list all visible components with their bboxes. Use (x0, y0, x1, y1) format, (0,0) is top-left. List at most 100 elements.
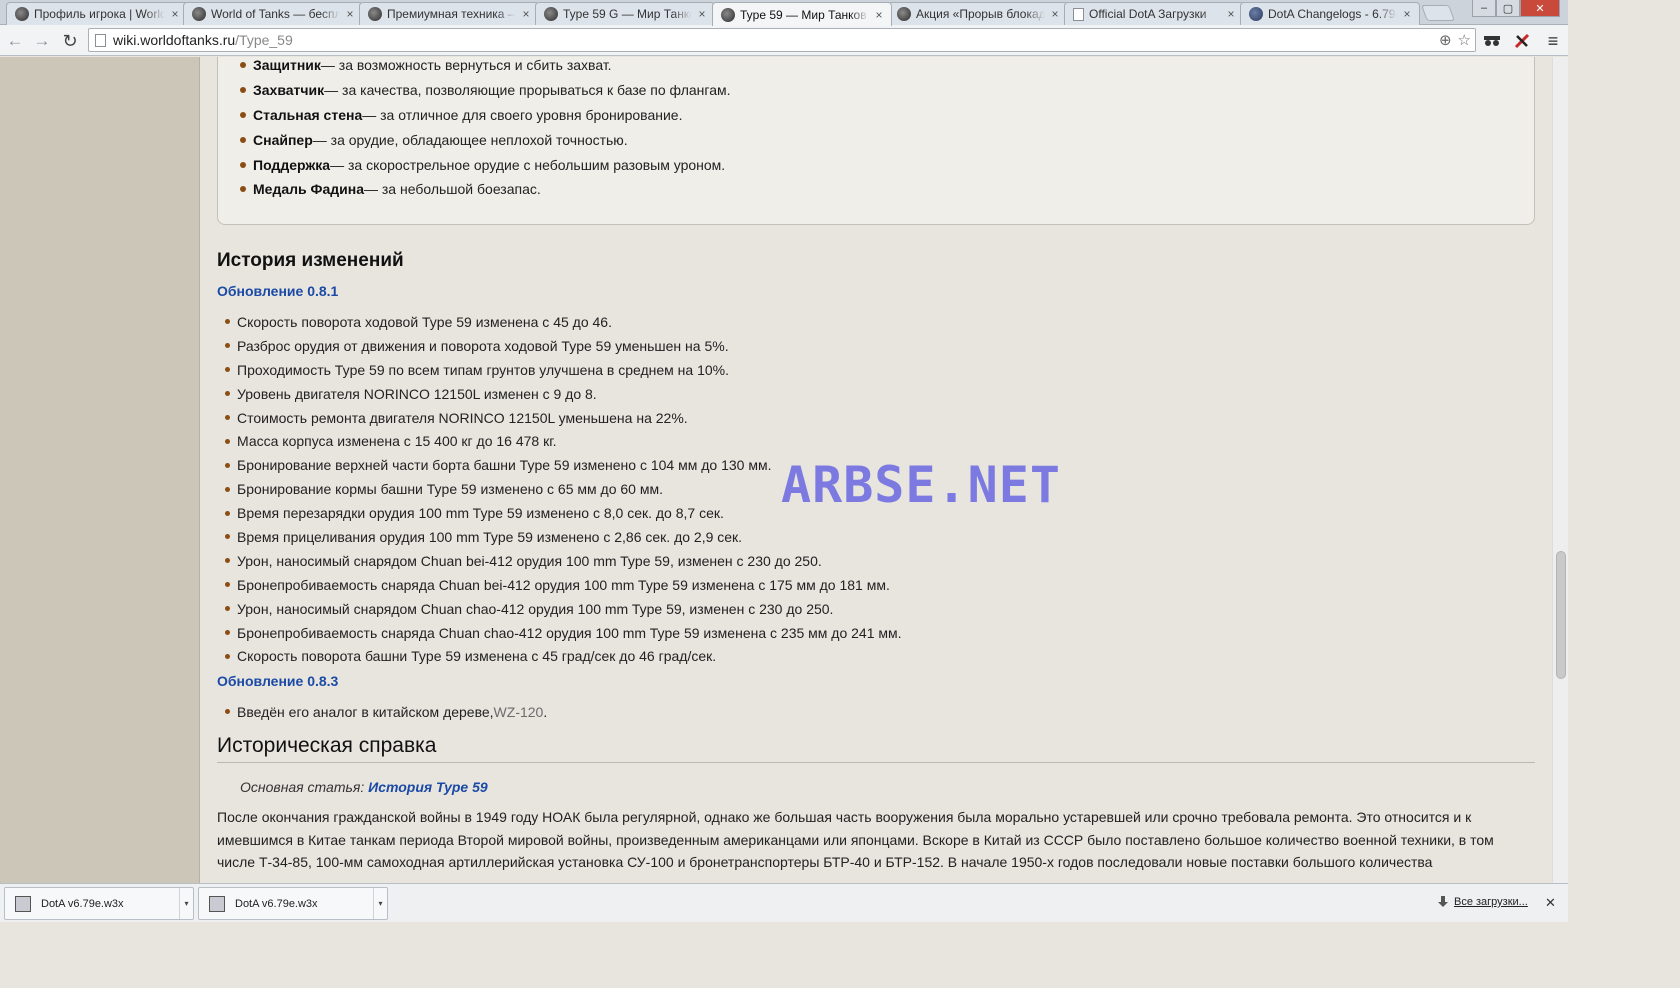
scrollbar-thumb[interactable] (1556, 551, 1566, 679)
list-item: Защитник — за возможность вернуться и сб… (240, 57, 731, 78)
bookmark-star-icon[interactable]: ☆ (1458, 31, 1471, 49)
close-shelf-button[interactable]: ✕ (1545, 895, 1556, 911)
list-item: Скорость поворота башни Type 59 изменена… (225, 644, 902, 668)
close-icon[interactable]: × (344, 7, 356, 21)
tab-title: Премиумная техника — World of Tanks (387, 7, 516, 21)
close-icon[interactable]: × (520, 7, 532, 21)
list-item: Масса корпуса изменена с 15 400 кг до 16… (225, 429, 902, 453)
download-filename: DotA v6.79e.w3x (41, 897, 124, 910)
wot-icon (897, 7, 911, 21)
close-icon[interactable]: × (1225, 7, 1237, 21)
download-item[interactable]: DotA v6.79e.w3x ▾ (4, 887, 194, 920)
wot-icon (544, 7, 558, 21)
ribbons-box: Защитник — за возможность вернуться и сб… (217, 57, 1535, 225)
chevron-down-icon[interactable]: ▾ (373, 888, 387, 919)
list-item: Скорость поворота ходовой Type 59 измене… (225, 310, 902, 334)
download-shelf: DotA v6.79e.w3x ▾ DotA v6.79e.w3x ▾ Все … (0, 883, 1568, 922)
list-item: Время прицеливания орудия 100 mm Type 59… (225, 525, 902, 549)
bullet-icon (225, 438, 230, 444)
window-close-button[interactable]: ✕ (1520, 0, 1560, 17)
address-bar[interactable]: wiki.worldoftanks.ru/Type_59 ⊕ ☆ (88, 28, 1476, 52)
all-downloads-link[interactable]: Все загрузки... (1438, 896, 1528, 908)
dota-icon (1249, 7, 1263, 21)
close-icon[interactable]: × (1049, 7, 1061, 21)
maximize-button[interactable]: ▢ (1496, 0, 1520, 17)
back-button[interactable]: ← (4, 30, 26, 52)
bullet-icon (225, 558, 230, 564)
bullet-icon (225, 462, 230, 468)
ribbons-list: Защитник — за возможность вернуться и сб… (240, 57, 731, 202)
bullet-icon (225, 582, 230, 588)
zoom-icon[interactable]: ⊕ (1439, 31, 1452, 49)
page-icon (95, 33, 106, 47)
bullet-icon (240, 87, 246, 94)
main-article-link[interactable]: История Type 59 (368, 779, 488, 795)
update-0-8-1-link[interactable]: Обновление 0.8.1 (217, 283, 338, 299)
history-heading: История изменений (217, 250, 404, 271)
bullet-icon (225, 709, 230, 715)
list-item: Введён его аналог в китайском дереве, WZ… (225, 700, 547, 724)
tab-title: Профиль игрока | World of Tanks (34, 7, 165, 21)
url-host: wiki.worldoftanks.ru (113, 32, 236, 48)
chevron-down-icon[interactable]: ▾ (179, 888, 193, 919)
list-item: Стоимость ремонта двигателя NORINCO 1215… (225, 406, 902, 430)
tab-title: Official DotA Загрузки (1089, 7, 1207, 21)
minimize-button[interactable]: – (1472, 0, 1496, 17)
bullet-icon (225, 367, 230, 373)
bullet-icon (240, 62, 246, 69)
tab-type59[interactable]: Type 59 — Мир Танков × (712, 2, 892, 26)
download-filename: DotA v6.79e.w3x (235, 897, 318, 910)
bullet-icon (240, 136, 246, 143)
list-item: Бронепробиваемость снаряда Chuan chao-41… (225, 621, 902, 645)
wot-icon (721, 7, 735, 22)
list-item: Снайпер — за орудие, обладающее неплохой… (240, 127, 731, 152)
tab-type59g[interactable]: Type 59 G — Мир Танков × (535, 2, 715, 25)
wot-icon (15, 7, 29, 21)
vertical-scrollbar[interactable] (1552, 57, 1568, 883)
tab-player-profile[interactable]: Профиль игрока | World of Tanks × (6, 2, 188, 25)
download-arrow-icon (1438, 896, 1448, 907)
document-icon (1073, 7, 1084, 21)
list-item: Стальная стена — за отличное для своего … (240, 103, 731, 128)
incognito-extension-icon[interactable] (1482, 31, 1502, 51)
tab-wot-main[interactable]: World of Tanks — бесплатная онлайн-игра … (183, 2, 363, 25)
bullet-icon (240, 186, 246, 193)
bullet-icon (225, 630, 230, 636)
list-item: Захватчик — за качества, позволяющие про… (240, 78, 731, 103)
close-icon[interactable]: × (696, 7, 708, 21)
bullet-icon (225, 343, 230, 349)
bullet-icon (225, 653, 230, 659)
wot-icon (368, 7, 382, 21)
historical-heading: Историческая справка (217, 734, 437, 757)
menu-icon[interactable]: ≡ (1543, 31, 1563, 51)
tab-dota-changelogs[interactable]: DotA Changelogs - 6.79e × (1240, 2, 1420, 25)
download-item[interactable]: DotA v6.79e.w3x ▾ (198, 887, 388, 920)
map-file-icon (209, 895, 225, 912)
url-path: /Type_59 (235, 32, 293, 48)
tab-premium[interactable]: Премиумная техника — World of Tanks × (359, 2, 539, 25)
update-0-8-3-list: Введён его аналог в китайском дереве, WZ… (225, 700, 547, 724)
list-item: Медаль Фадина — за небольшой боезапас. (240, 177, 731, 202)
main-article-note: Основная статья: История Type 59 (240, 779, 488, 795)
browser-toolbar: ← → ↻ wiki.worldoftanks.ru/Type_59 ⊕ ☆ ≡ (0, 25, 1568, 56)
tab-promo[interactable]: Акция «Прорыв блокады» × (888, 2, 1068, 25)
adblock-extension-icon[interactable] (1512, 31, 1532, 51)
tab-title: World of Tanks — бесплатная онлайн-игра (211, 7, 340, 21)
close-icon[interactable]: × (169, 7, 181, 21)
update-0-8-3-link[interactable]: Обновление 0.8.3 (217, 673, 338, 689)
tab-dota-downloads[interactable]: Official DotA Загрузки × (1064, 2, 1244, 25)
tab-strip: Профиль игрока | World of Tanks × World … (0, 0, 1568, 26)
list-item: Поддержка — за скорострельное орудие с н… (240, 152, 731, 177)
close-icon[interactable]: × (1401, 7, 1413, 21)
close-icon[interactable]: × (873, 8, 885, 22)
wot-icon (192, 7, 206, 21)
list-item: Разброс орудия от движения и поворота хо… (225, 334, 902, 358)
forward-button[interactable]: → (31, 30, 53, 52)
reload-button[interactable]: ↻ (59, 30, 81, 52)
bullet-icon (225, 510, 230, 516)
tab-title: Type 59 — Мир Танков (740, 7, 867, 22)
bullet-icon (225, 319, 230, 325)
new-tab-button[interactable] (1421, 5, 1455, 21)
bullet-icon (225, 415, 230, 420)
wz-120-link[interactable]: WZ-120 (494, 704, 544, 720)
